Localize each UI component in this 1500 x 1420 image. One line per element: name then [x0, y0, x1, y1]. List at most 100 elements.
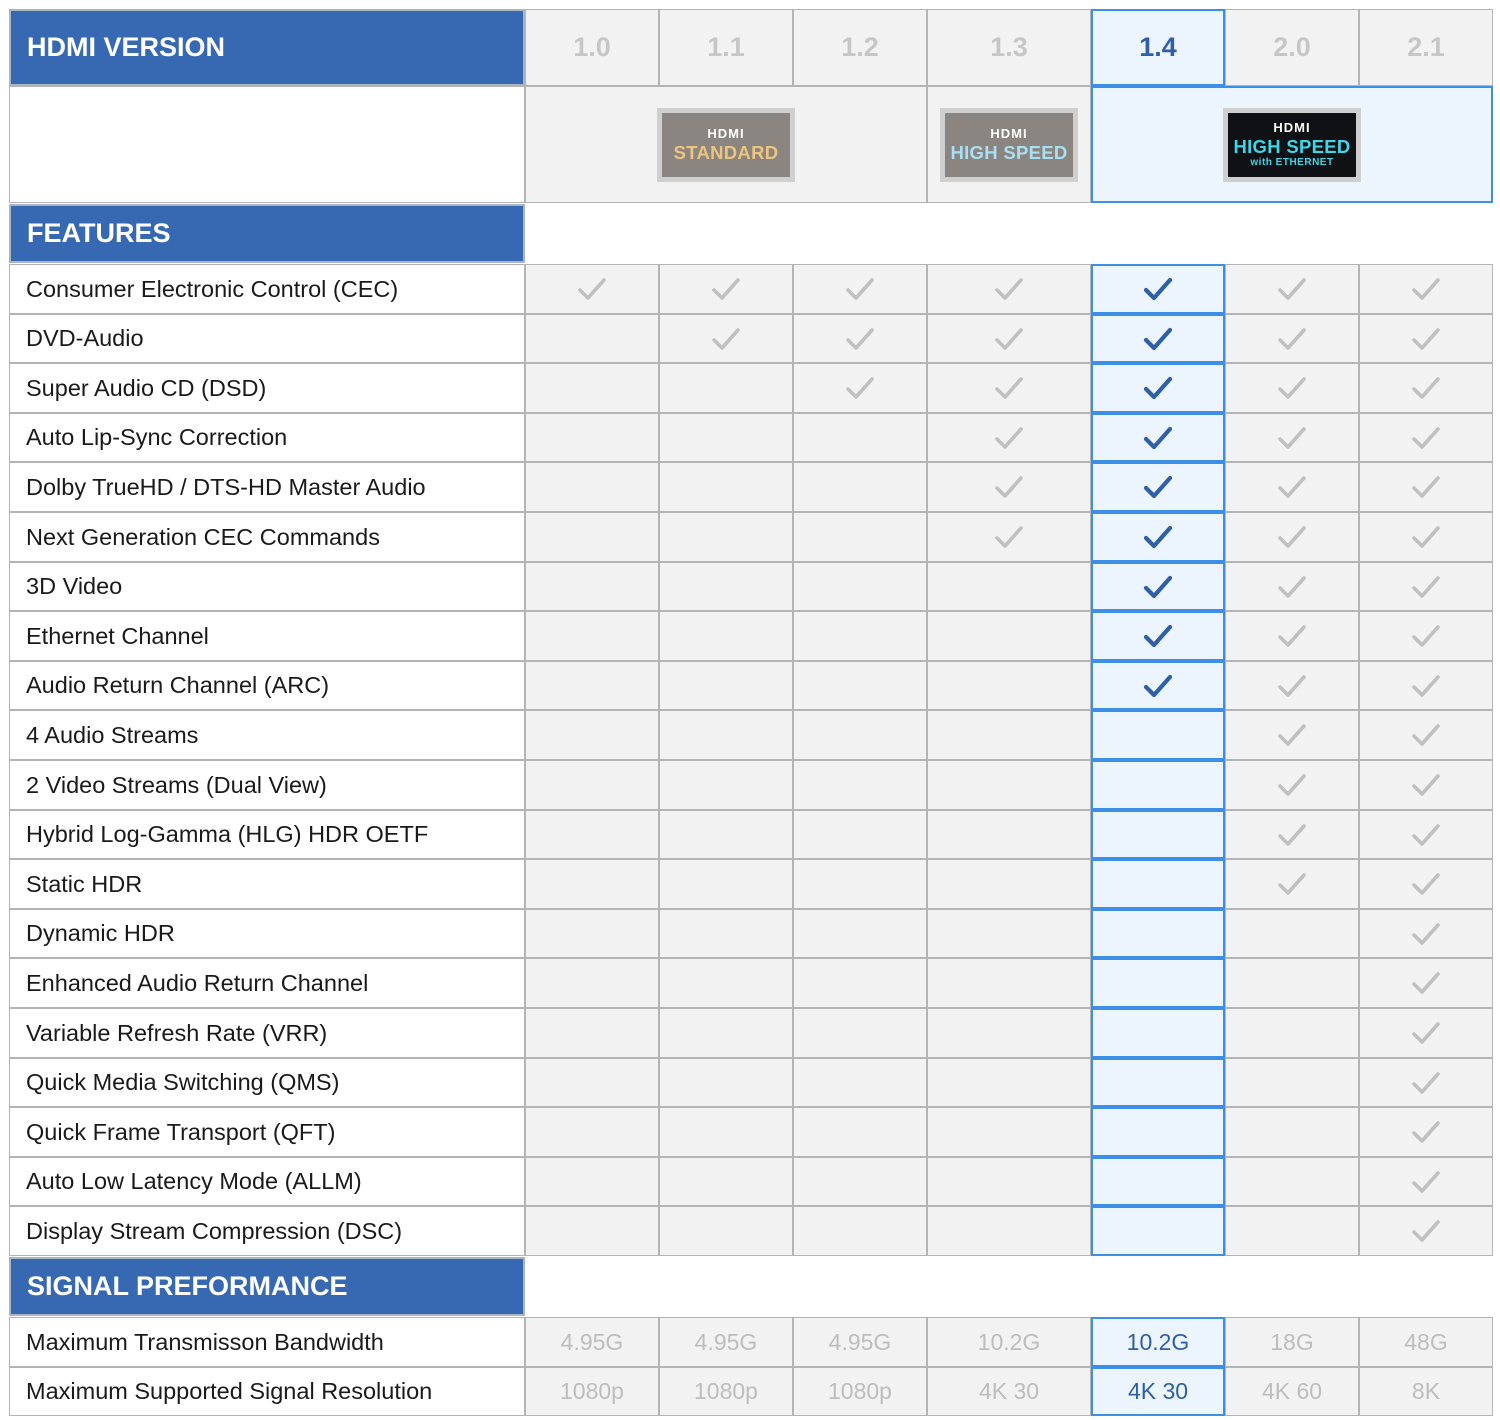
hdmi-logo-line1: HIGH SPEED [950, 141, 1068, 163]
feature-cell [1091, 661, 1225, 710]
feature-cell [525, 314, 659, 363]
feature-cell [1225, 958, 1359, 1008]
version-header-2-1: 2.1 [1359, 9, 1493, 86]
feature-label: 4 Audio Streams [9, 710, 525, 760]
feature-cell [1225, 1107, 1359, 1157]
feature-cell [659, 958, 793, 1008]
feature-cell [1225, 1058, 1359, 1107]
feature-cell [659, 363, 793, 413]
feature-cell [927, 1107, 1091, 1157]
feature-label: Next Generation CEC Commands [9, 512, 525, 562]
check-icon [1143, 376, 1173, 400]
check-icon [1278, 377, 1306, 399]
feature-label: 2 Video Streams (Dual View) [9, 760, 525, 810]
feature-label: Audio Return Channel (ARC) [9, 661, 525, 710]
feature-cell [1359, 1008, 1493, 1058]
feature-label: Super Audio CD (DSD) [9, 363, 525, 413]
feature-cell [793, 562, 927, 611]
feature-cell [927, 264, 1091, 314]
hdmi-logo-line1: HIGH SPEED [1233, 135, 1351, 157]
feature-cell [525, 760, 659, 810]
feature-cell [525, 363, 659, 413]
feature-cell [1091, 462, 1225, 512]
feature-cell [927, 512, 1091, 562]
feature-cell [525, 264, 659, 314]
feature-cell [1091, 264, 1225, 314]
feature-cell [1091, 562, 1225, 611]
feature-cell [793, 661, 927, 710]
check-icon [1143, 674, 1173, 697]
check-icon [1412, 1121, 1440, 1143]
feature-cell [1091, 909, 1225, 958]
signal-value: 4K 60 [1225, 1367, 1359, 1416]
feature-cell [793, 1157, 927, 1206]
feature-cell [927, 710, 1091, 760]
check-icon [1412, 575, 1440, 598]
hdmi-logo-line2: with ETHERNET [1250, 157, 1334, 169]
feature-cell [1359, 958, 1493, 1008]
feature-cell [927, 363, 1091, 413]
feature-label: Dolby TrueHD / DTS-HD Master Audio [9, 462, 525, 512]
feature-cell [793, 958, 927, 1008]
version-header-1-2: 1.2 [793, 9, 927, 86]
feature-cell [927, 1157, 1091, 1206]
feature-cell [1225, 760, 1359, 810]
check-icon [1278, 823, 1306, 846]
feature-cell [927, 760, 1091, 810]
feature-cell [793, 314, 927, 363]
check-icon [1412, 674, 1440, 697]
feature-cell [525, 1107, 659, 1157]
feature-cell [659, 859, 793, 909]
feature-label: Display Stream Compression (DSC) [9, 1206, 525, 1256]
feature-cell [793, 760, 927, 810]
feature-cell [1359, 462, 1493, 512]
signal-section-header: SIGNAL PREFORMANCE [9, 1257, 525, 1316]
check-icon [1143, 475, 1173, 499]
feature-cell [1359, 810, 1493, 859]
feature-label: Static HDR [9, 859, 525, 909]
feature-cell [793, 363, 927, 413]
feature-cell [659, 1058, 793, 1107]
feature-cell [659, 661, 793, 710]
check-icon [1412, 724, 1440, 746]
feature-cell [525, 512, 659, 562]
feature-cell [1359, 1107, 1493, 1157]
check-icon [1143, 277, 1173, 301]
feature-cell [659, 1107, 793, 1157]
feature-cell [1091, 512, 1225, 562]
check-icon [846, 327, 874, 350]
hdmi-logo-badge: HDMI HIGH SPEED [940, 107, 1078, 182]
features-header-spacer [525, 204, 1493, 263]
signal-value: 10.2G [1091, 1317, 1225, 1367]
check-icon [1412, 823, 1440, 846]
feature-cell [659, 760, 793, 810]
check-icon [1412, 377, 1440, 399]
feature-cell [525, 1058, 659, 1107]
hdmi-logo-brand: HDMI [1273, 119, 1311, 135]
features-section-header: FEATURES [9, 204, 525, 263]
feature-cell [1091, 413, 1225, 462]
feature-cell [659, 413, 793, 462]
check-icon [995, 476, 1023, 498]
signal-value: 4K 30 [1091, 1367, 1225, 1416]
check-icon [1412, 1220, 1440, 1242]
signal-value: 1080p [793, 1367, 927, 1416]
feature-cell [659, 462, 793, 512]
check-icon [1278, 426, 1306, 449]
feature-cell [659, 512, 793, 562]
feature-cell [927, 661, 1091, 710]
feature-cell [659, 710, 793, 760]
feature-cell [1225, 512, 1359, 562]
check-icon [1412, 774, 1440, 796]
feature-label: Quick Media Switching (QMS) [9, 1058, 525, 1107]
feature-label: Consumer Electronic Control (CEC) [9, 264, 525, 314]
signal-value: 4.95G [659, 1317, 793, 1367]
feature-cell [927, 859, 1091, 909]
check-icon [995, 377, 1023, 399]
signal-value: 4.95G [793, 1317, 927, 1367]
logo-cell-1: HDMI HIGH SPEED [927, 86, 1091, 203]
feature-cell [1225, 1206, 1359, 1256]
feature-cell [525, 462, 659, 512]
version-header-2-0: 2.0 [1225, 9, 1359, 86]
feature-cell [1225, 1008, 1359, 1058]
